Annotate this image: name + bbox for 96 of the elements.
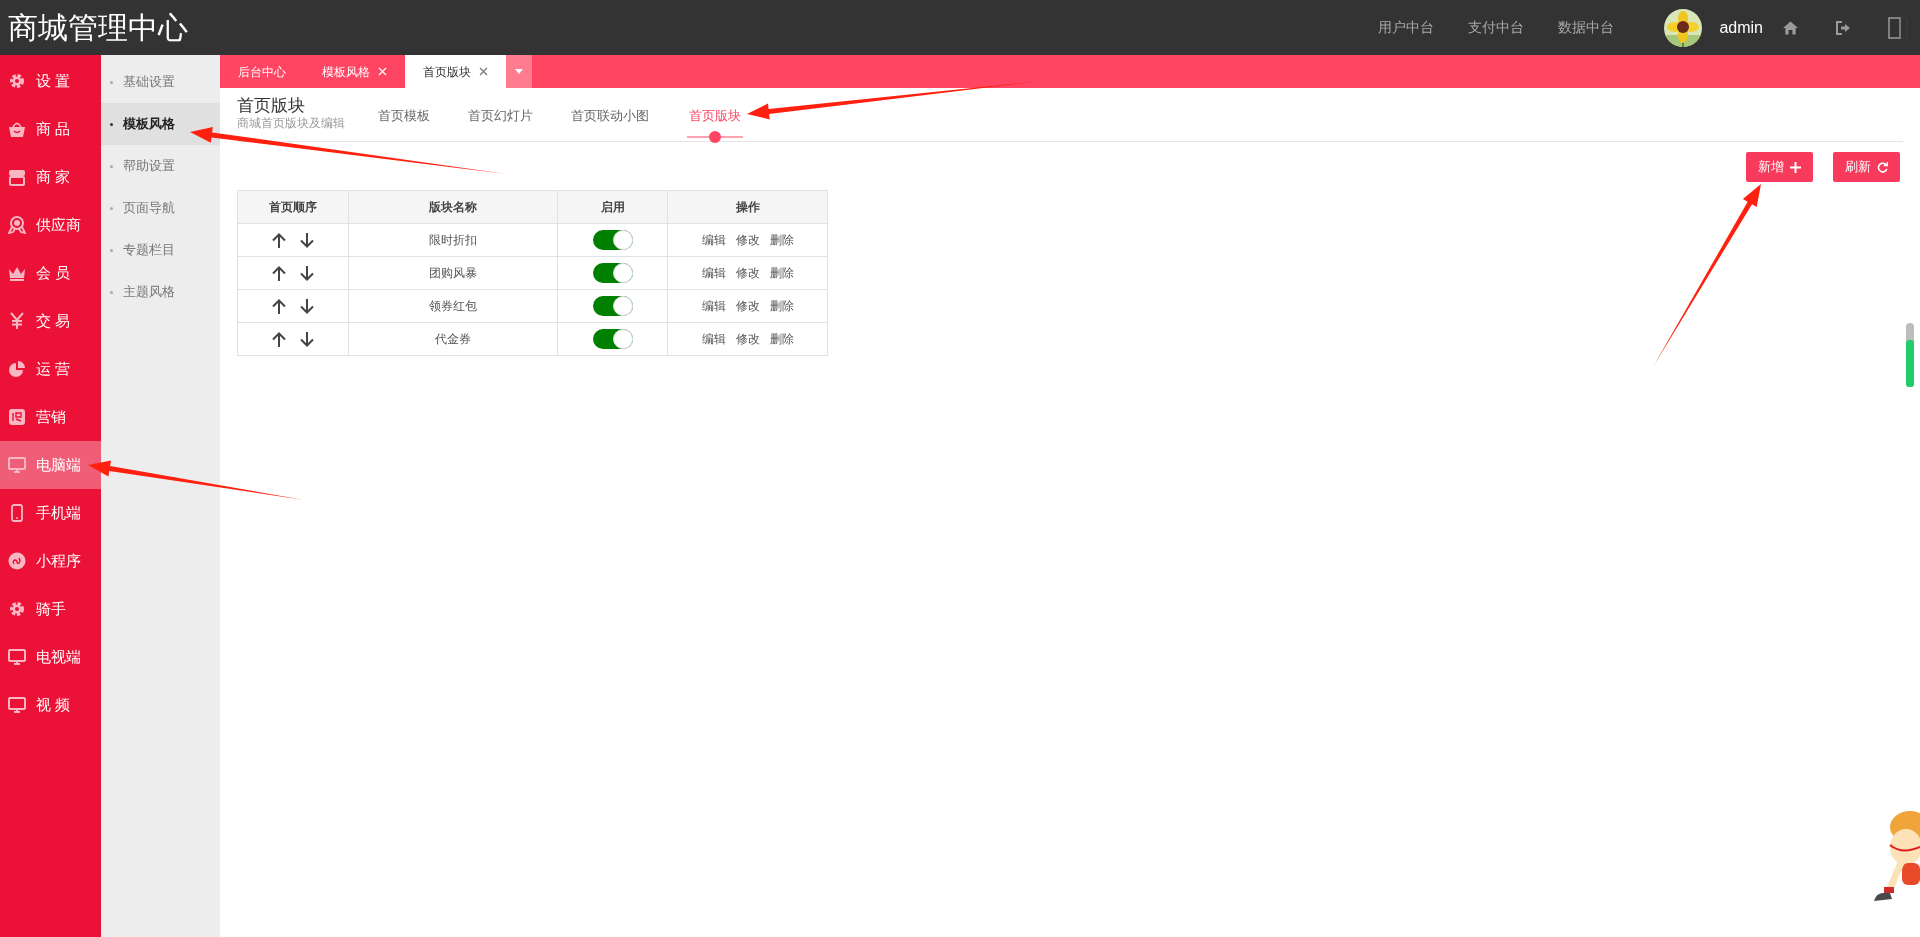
sidebar-item[interactable]: 设 置 bbox=[0, 57, 101, 105]
app-title: 商城管理中心 bbox=[7, 10, 188, 46]
tab[interactable]: 首页版块 bbox=[405, 55, 506, 88]
sidebar-item[interactable]: 会 员 bbox=[0, 249, 101, 297]
monitor-icon bbox=[8, 648, 26, 666]
submenu-item[interactable]: 模板风格 bbox=[101, 103, 220, 145]
block-name: 限时折扣 bbox=[429, 233, 477, 247]
submenu-item[interactable]: 帮助设置 bbox=[101, 145, 220, 187]
page-subtitle: 商城首页版块及编辑 bbox=[237, 116, 346, 131]
submenu-item[interactable]: 基础设置 bbox=[101, 61, 220, 103]
column-header: 首页顺序 bbox=[237, 190, 349, 224]
sidebar-item[interactable]: 交 易 bbox=[0, 297, 101, 345]
move-down-icon[interactable] bbox=[300, 232, 314, 248]
link-circle-icon bbox=[8, 552, 26, 570]
action-link[interactable]: 修改 bbox=[735, 330, 760, 348]
home-icon[interactable] bbox=[1783, 20, 1798, 35]
logout-icon[interactable] bbox=[1836, 20, 1850, 35]
action-link[interactable]: 删除 bbox=[769, 330, 794, 348]
phone-icon bbox=[8, 504, 26, 522]
bullet-icon bbox=[110, 164, 113, 168]
sidebar-item[interactable]: 视 频 bbox=[0, 681, 101, 729]
fullscreen-icon[interactable] bbox=[1888, 16, 1908, 39]
basket-icon bbox=[8, 120, 26, 138]
move-up-icon[interactable] bbox=[272, 298, 286, 314]
action-link[interactable]: 编辑 bbox=[701, 297, 726, 315]
move-down-icon[interactable] bbox=[300, 298, 314, 314]
block-name: 领券红包 bbox=[429, 299, 477, 313]
award-icon bbox=[8, 216, 26, 234]
add-button[interactable]: 新增 bbox=[1746, 152, 1813, 182]
column-header: 操作 bbox=[667, 190, 828, 224]
block-name: 团购风暴 bbox=[429, 266, 477, 280]
toggle-switch[interactable] bbox=[592, 263, 633, 283]
action-link[interactable]: 删除 bbox=[769, 231, 794, 249]
sidebar-item[interactable]: 骑手 bbox=[0, 585, 101, 633]
move-down-icon[interactable] bbox=[300, 265, 314, 281]
tab[interactable]: 模板风格 bbox=[304, 55, 405, 88]
action-link[interactable]: 删除 bbox=[769, 264, 794, 282]
section-tab[interactable]: 首页联动小图 bbox=[571, 108, 649, 124]
sidebar-item[interactable]: 供应商 bbox=[0, 201, 101, 249]
toggle-switch[interactable] bbox=[592, 296, 633, 316]
yuan-icon bbox=[8, 312, 26, 330]
sidebar-item[interactable]: 营销 bbox=[0, 393, 101, 441]
refresh-icon bbox=[1877, 161, 1888, 173]
bullet-icon bbox=[110, 206, 113, 210]
column-header: 版块名称 bbox=[348, 190, 558, 224]
active-indicator-icon bbox=[687, 130, 743, 144]
gear-icon bbox=[8, 72, 26, 90]
refresh-button[interactable]: 刷新 bbox=[1833, 152, 1900, 182]
promo-tag-icon bbox=[8, 408, 26, 426]
move-up-icon[interactable] bbox=[272, 331, 286, 347]
user-name[interactable]: admin bbox=[1719, 15, 1763, 40]
sidebar-item[interactable]: 小程序 bbox=[0, 537, 101, 585]
gear-icon bbox=[8, 600, 26, 618]
top-nav-link[interactable]: 数据中台 bbox=[1558, 17, 1615, 38]
action-link[interactable]: 编辑 bbox=[701, 264, 726, 282]
submenu-item[interactable]: 主题风格 bbox=[101, 271, 220, 313]
close-icon[interactable] bbox=[479, 67, 488, 76]
block-name: 代金券 bbox=[435, 332, 471, 346]
sidebar-item[interactable]: 手机端 bbox=[0, 489, 101, 537]
bullet-icon bbox=[110, 248, 113, 252]
tab[interactable]: 后台中心 bbox=[220, 55, 304, 88]
top-nav-link[interactable]: 用户中台 bbox=[1378, 17, 1435, 38]
move-down-icon[interactable] bbox=[300, 331, 314, 347]
sidebar-item[interactable]: 商 品 bbox=[0, 105, 101, 153]
monitor-icon bbox=[8, 696, 26, 714]
toggle-switch[interactable] bbox=[592, 329, 633, 349]
section-tab[interactable]: 首页模板 bbox=[378, 108, 430, 124]
page-title: 首页版块 bbox=[237, 96, 306, 116]
action-link[interactable]: 删除 bbox=[769, 297, 794, 315]
action-link[interactable]: 修改 bbox=[735, 231, 760, 249]
action-link[interactable]: 修改 bbox=[735, 297, 760, 315]
sidebar-item[interactable]: 电视端 bbox=[0, 633, 101, 681]
store-icon bbox=[8, 168, 26, 186]
section-tab[interactable]: 首页版块 bbox=[689, 108, 741, 124]
submenu-item[interactable]: 专题栏目 bbox=[101, 229, 220, 271]
action-link[interactable]: 修改 bbox=[735, 264, 760, 282]
plus-icon bbox=[1790, 161, 1801, 173]
pie-chart-icon bbox=[8, 360, 26, 378]
submenu-item[interactable]: 页面导航 bbox=[101, 187, 220, 229]
bullet-icon bbox=[110, 290, 113, 294]
sidebar-item[interactable]: 商 家 bbox=[0, 153, 101, 201]
caret-icon bbox=[515, 69, 523, 74]
move-up-icon[interactable] bbox=[272, 265, 286, 281]
toggle-switch[interactable] bbox=[592, 230, 633, 250]
monitor-icon bbox=[8, 456, 26, 474]
section-tab[interactable]: 首页幻灯片 bbox=[468, 108, 533, 124]
sidebar-item[interactable]: 电脑端 bbox=[0, 441, 101, 489]
gauge-drawing bbox=[1904, 323, 1916, 387]
action-link[interactable]: 编辑 bbox=[701, 231, 726, 249]
column-header: 启用 bbox=[557, 190, 668, 224]
sidebar-item[interactable]: 运 营 bbox=[0, 345, 101, 393]
bullet-icon bbox=[110, 122, 113, 126]
bullet-icon bbox=[110, 80, 113, 84]
action-link[interactable]: 编辑 bbox=[701, 330, 726, 348]
top-nav-link[interactable]: 支付中台 bbox=[1468, 17, 1525, 38]
move-up-icon[interactable] bbox=[272, 232, 286, 248]
